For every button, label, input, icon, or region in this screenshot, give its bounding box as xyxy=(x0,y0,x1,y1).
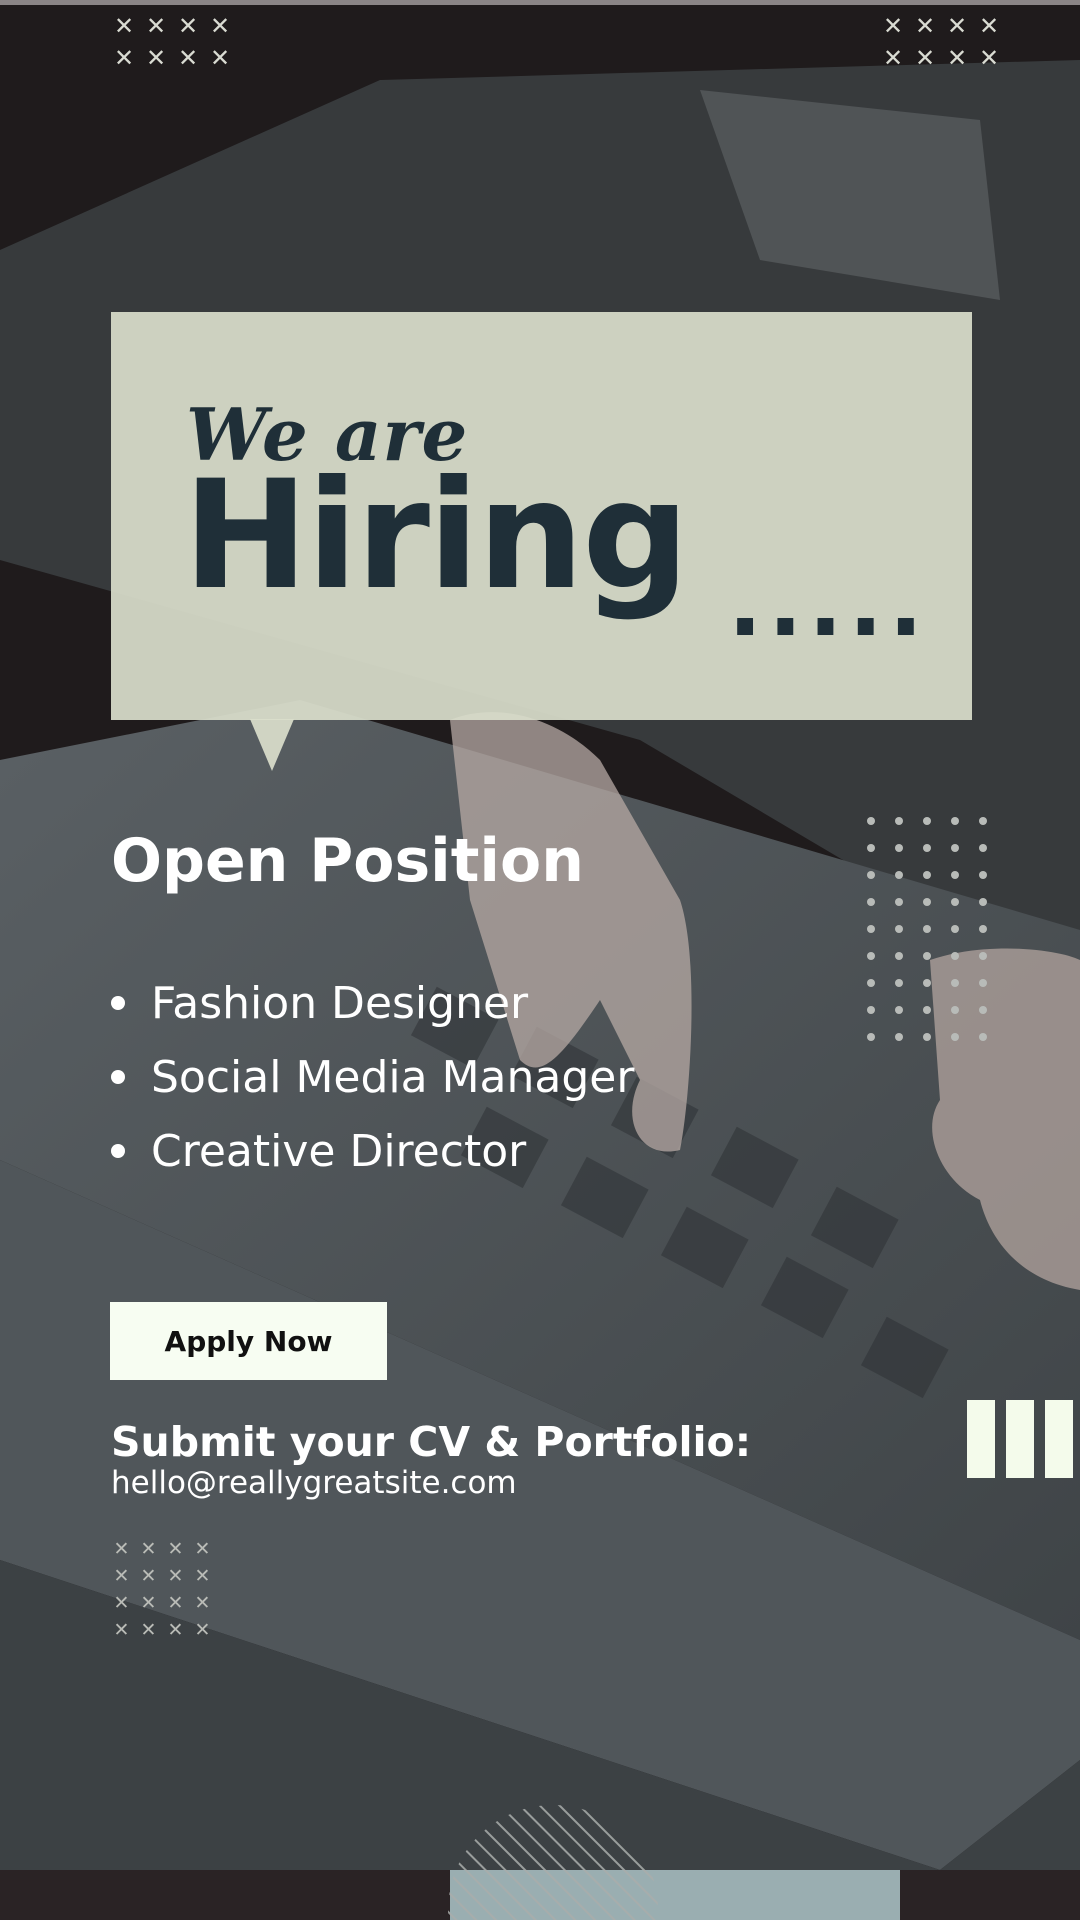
x-mark-pattern-icon: ✕ ✕ ✕ ✕ ✕ ✕ ✕ ✕ xyxy=(882,12,1000,72)
bullet-icon xyxy=(111,996,125,1010)
position-label: Fashion Designer xyxy=(151,977,529,1029)
contact-email[interactable]: hello@reallygreatsite.com xyxy=(111,1465,517,1501)
headline-ellipsis: ..... xyxy=(728,552,929,657)
bars-icon xyxy=(967,1400,1073,1478)
positions-list: Fashion Designer Social Media Manager Cr… xyxy=(111,966,634,1188)
list-item: Fashion Designer xyxy=(111,966,634,1040)
position-label: Social Media Manager xyxy=(151,1051,635,1103)
dot-pattern-icon xyxy=(857,807,997,1050)
submit-heading: Submit your CV & Portfolio: xyxy=(111,1418,752,1466)
top-border xyxy=(0,0,1080,5)
list-item: Creative Director xyxy=(111,1114,634,1188)
bullet-icon xyxy=(111,1144,125,1158)
bubble-tail xyxy=(250,719,294,771)
hiring-poster: ✕ ✕ ✕ ✕ ✕ ✕ ✕ ✕ ✕ ✕ ✕ ✕ ✕ ✕ ✕ ✕ We are Hiring ..... … xyxy=(0,0,1080,1920)
apply-now-button[interactable]: Apply Now xyxy=(110,1302,387,1380)
headline-line2: Hiring xyxy=(183,449,690,623)
list-item: Social Media Manager xyxy=(111,1040,634,1114)
x-mark-pattern-icon: ✕ ✕ ✕ ✕ ✕ ✕ ✕ ✕ ✕ ✕ ✕ ✕ ✕ ✕ ✕ ✕ xyxy=(113,1538,211,1641)
x-mark-pattern-icon: ✕ ✕ ✕ ✕ ✕ ✕ ✕ ✕ xyxy=(113,12,231,72)
position-label: Creative Director xyxy=(151,1125,527,1177)
bullet-icon xyxy=(111,1070,125,1084)
section-title: Open Position xyxy=(111,826,584,896)
